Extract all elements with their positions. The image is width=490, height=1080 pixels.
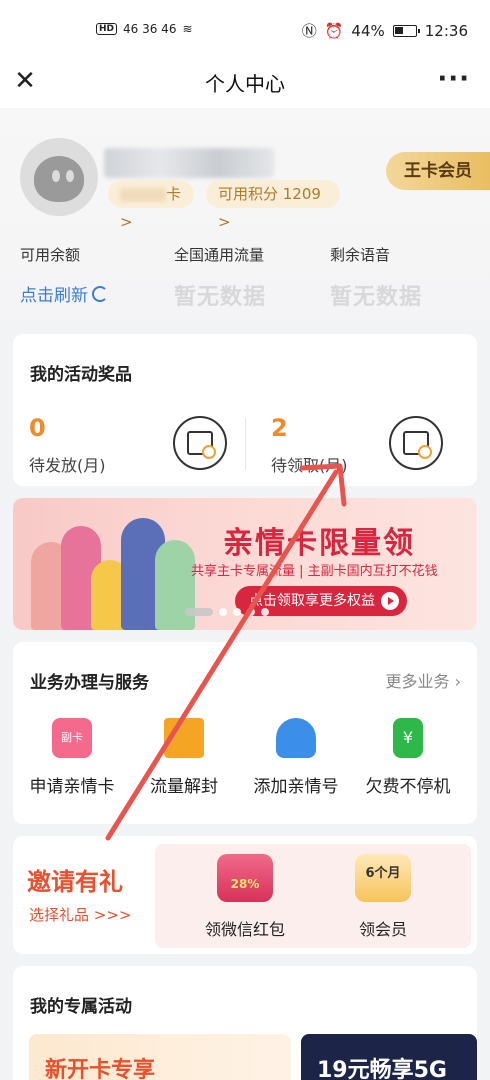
more-services-label: 更多业务 bbox=[385, 672, 450, 691]
page-title: 个人中心 bbox=[205, 72, 285, 96]
sim-card-icon: 副卡 bbox=[52, 718, 92, 758]
carousel-dot bbox=[247, 608, 255, 616]
membership-gift-icon: 6个月 bbox=[355, 854, 411, 902]
card-type-chip[interactable]: 卡 > bbox=[108, 180, 194, 231]
points-chip[interactable]: 可用积分 1209 > bbox=[206, 180, 340, 231]
stat-value: 暂无数据 bbox=[330, 285, 423, 310]
family-card-banner[interactable]: 亲情卡限量领 共享主卡专属流量 | 主副卡国内互打不花钱 点击领取享更多权益 bbox=[13, 498, 477, 630]
activity-label: 19元畅享5G bbox=[317, 1058, 447, 1080]
gift-box-clock-icon[interactable] bbox=[173, 416, 227, 470]
card-type-blurred bbox=[120, 187, 166, 202]
invite-title[interactable]: 邀请有礼 bbox=[27, 862, 123, 897]
more-options-icon[interactable]: ··· bbox=[437, 64, 470, 94]
gift-membership[interactable]: 6个月 领会员 bbox=[323, 854, 443, 940]
wifi-icon: ≋ bbox=[182, 22, 193, 36]
stat-value: 暂无数据 bbox=[174, 285, 267, 310]
avatar-eye-left bbox=[52, 170, 60, 182]
carousel-dot bbox=[233, 608, 241, 616]
banner-subtitle: 共享主卡专属流量 | 主副卡国内互打不花钱 bbox=[191, 564, 438, 579]
status-bar: HD 46 36 46 ≋ Ⓝ ⏰ 44% 12:36 bbox=[0, 0, 490, 62]
refresh-label: 点击刷新 bbox=[20, 286, 88, 306]
icon-part bbox=[202, 445, 216, 459]
service-data-unlock[interactable]: 流量解封 bbox=[129, 718, 239, 797]
pending-claim-count[interactable]: 2 bbox=[271, 414, 288, 442]
services-card: 业务办理与服务 更多业务 › 副卡 申请亲情卡 流量解封 添加亲情号 ¥ 欠费不… bbox=[13, 642, 477, 824]
illustration-part bbox=[155, 540, 195, 630]
invite-gifts-panel: 28% 领微信红包 6个月 领会员 bbox=[155, 844, 471, 948]
gift-wechat-red-packet[interactable]: 28% 领微信红包 bbox=[185, 854, 305, 940]
user-name-blurred bbox=[104, 148, 274, 178]
prizes-card: 我的活动奖品 0 待发放(月) 2 待领取(月) bbox=[13, 334, 477, 486]
carousel-dot bbox=[219, 608, 227, 616]
hd-icon: HD bbox=[96, 23, 118, 35]
nav-bar: ✕ 个人中心 ··· bbox=[0, 62, 490, 108]
phone-yuan-icon: ¥ bbox=[393, 718, 423, 758]
vip-badge[interactable]: 王卡会员 bbox=[386, 152, 490, 190]
activity-5g-plan[interactable]: 19元畅享5G bbox=[301, 1034, 477, 1080]
banner-claim-label: 点击领取享更多权益 bbox=[249, 593, 375, 609]
activities-title: 我的专属活动 bbox=[30, 997, 132, 1017]
services-title: 业务办理与服务 bbox=[30, 673, 149, 693]
service-apply-family-card[interactable]: 副卡 申请亲情卡 bbox=[17, 718, 127, 797]
more-services-link[interactable]: 更多业务 › bbox=[385, 668, 461, 692]
battery-icon bbox=[392, 24, 420, 37]
choose-gift-link[interactable]: 选择礼品 >>> bbox=[29, 904, 131, 925]
stat-label: 全国通用流量 bbox=[174, 246, 265, 264]
service-label: 申请亲情卡 bbox=[29, 777, 115, 797]
pending-claim-label[interactable]: 待领取(月) bbox=[271, 452, 348, 476]
invite-card: 邀请有礼 选择礼品 >>> 28% 领微信红包 6个月 领会员 bbox=[13, 836, 477, 954]
alarm-icon: ⏰ bbox=[324, 21, 344, 40]
banner-title: 亲情卡限量领 bbox=[223, 526, 415, 561]
add-contact-icon bbox=[276, 718, 316, 758]
signal-text: 46 36 46 bbox=[123, 22, 177, 36]
service-label: 流量解封 bbox=[150, 777, 218, 797]
service-add-family-number[interactable]: 添加亲情号 bbox=[241, 718, 351, 797]
activity-label: 新开卡专享 bbox=[45, 1058, 156, 1080]
refresh-icon bbox=[92, 285, 108, 302]
avatar-eye-right bbox=[66, 170, 74, 182]
stat-data: 全国通用流量 暂无数据 bbox=[174, 244, 266, 311]
avatar[interactable] bbox=[20, 138, 98, 216]
nfc-icon: Ⓝ bbox=[301, 22, 317, 40]
red-envelope-icon: 28% bbox=[217, 854, 273, 902]
pending-issue-count[interactable]: 0 bbox=[29, 414, 46, 442]
service-label: 欠费不停机 bbox=[365, 777, 451, 797]
stat-label: 可用余额 bbox=[20, 246, 81, 264]
data-unlock-icon bbox=[164, 718, 204, 758]
battery-percent: 44% bbox=[351, 21, 385, 40]
refresh-button[interactable]: 点击刷新 bbox=[20, 281, 108, 306]
carousel-dot bbox=[185, 608, 213, 616]
profile-header: 卡 > 可用积分 1209 > 王卡会员 可用余额 点击刷新 全国通用流量 暂无… bbox=[0, 108, 490, 322]
status-right: Ⓝ ⏰ 44% 12:36 bbox=[302, 20, 468, 41]
gift-label: 领会员 bbox=[358, 920, 407, 939]
stat-balance: 可用余额 点击刷新 bbox=[20, 244, 108, 306]
carousel-dots bbox=[185, 608, 269, 616]
chevron-right-icon: › bbox=[454, 672, 461, 691]
activity-new-card[interactable]: 新开卡专享 bbox=[29, 1034, 291, 1080]
activities-card: 我的专属活动 新开卡专享 19元畅享5G bbox=[13, 966, 477, 1080]
prizes-title: 我的活动奖品 bbox=[30, 365, 132, 385]
service-label: 添加亲情号 bbox=[253, 777, 339, 797]
divider bbox=[245, 418, 246, 470]
clock: 12:36 bbox=[424, 21, 468, 40]
pending-issue-label[interactable]: 待发放(月) bbox=[29, 452, 106, 476]
icon-part bbox=[418, 445, 432, 459]
carousel-dot bbox=[261, 608, 269, 616]
service-no-suspension[interactable]: ¥ 欠费不停机 bbox=[353, 718, 463, 797]
stat-voice: 剩余语音 暂无数据 bbox=[330, 244, 422, 311]
network-indicators: HD 46 36 46 ≋ bbox=[96, 22, 193, 36]
play-arrow-icon bbox=[381, 592, 399, 610]
gift-label: 领微信红包 bbox=[204, 920, 285, 939]
stat-label: 剩余语音 bbox=[330, 246, 391, 264]
family-illustration bbox=[25, 506, 195, 630]
gift-clock-icon[interactable] bbox=[389, 416, 443, 470]
